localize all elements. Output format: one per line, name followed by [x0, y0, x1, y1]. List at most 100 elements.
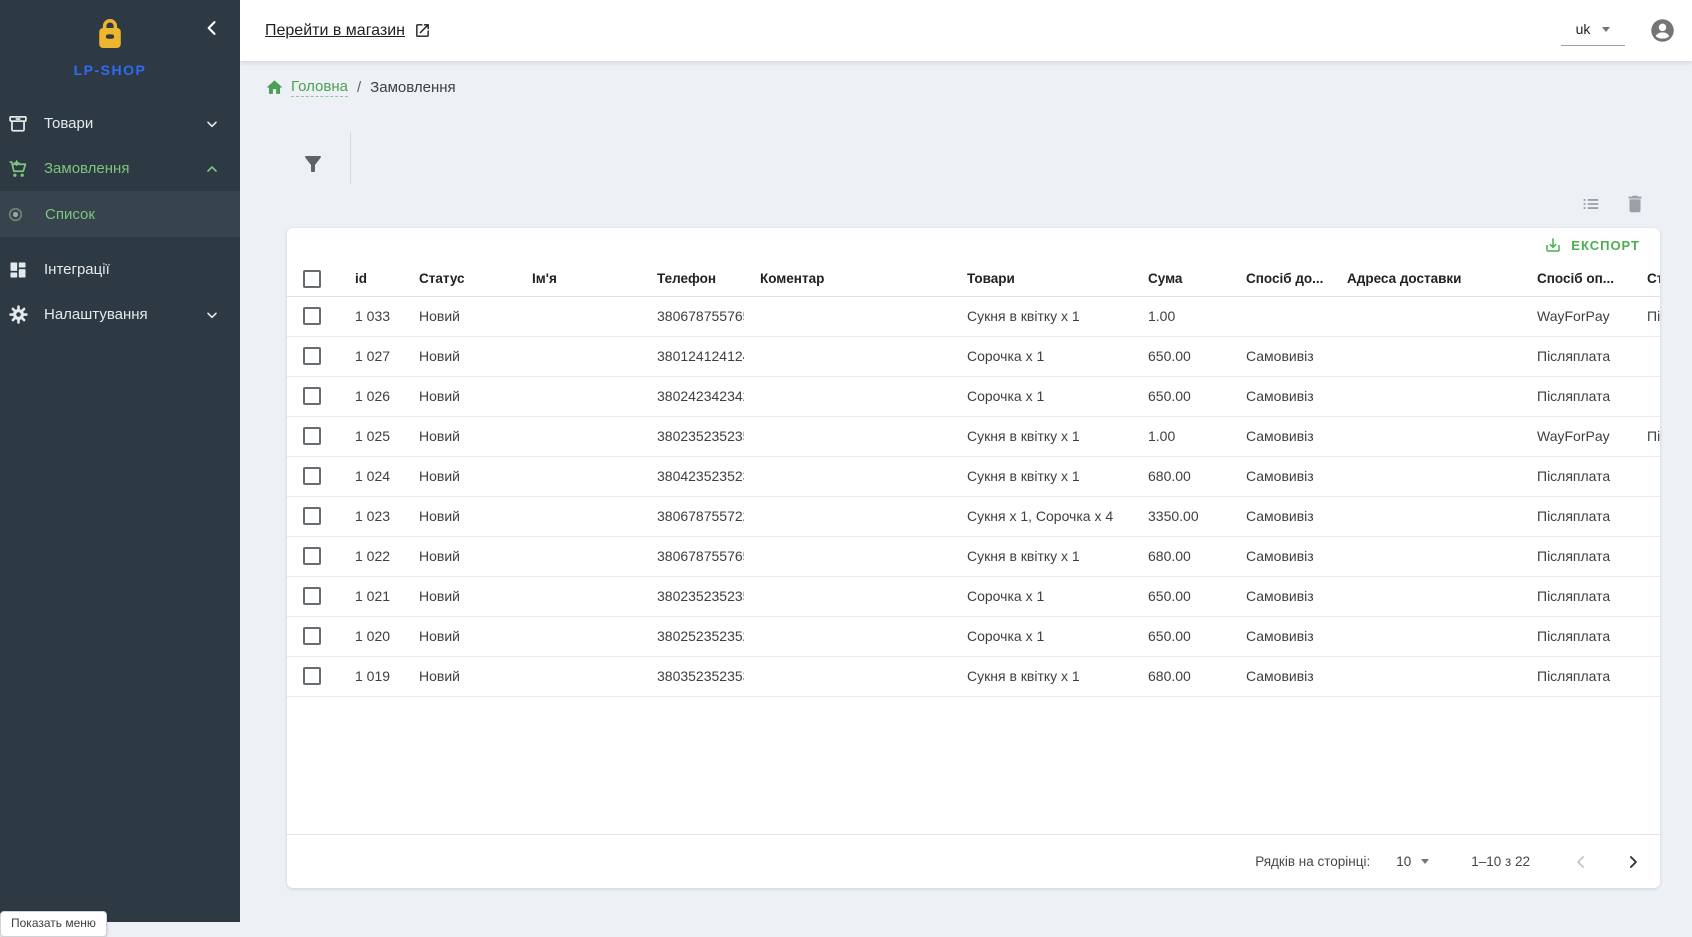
table-row[interactable]: 1 022 Новий 380678755765 Сукня в квітку … [287, 536, 1660, 576]
sidebar-item-products[interactable]: Товари [0, 101, 240, 146]
header-goods[interactable]: Товари [951, 262, 1132, 296]
cell-status: Новий [403, 336, 516, 376]
cell-address [1331, 456, 1521, 496]
columns-list-button[interactable] [1580, 193, 1602, 215]
cell-status: Новий [403, 416, 516, 456]
cell-name [516, 336, 641, 376]
cell-delivery: Самовивіз [1230, 376, 1331, 416]
table-row[interactable]: 1 023 Новий 380678755722 Сукня x 1, Соро… [287, 496, 1660, 536]
cell-comment [744, 536, 951, 576]
table-row[interactable]: 1 025 Новий 380235235235 Сукня в квітку … [287, 416, 1660, 456]
row-checkbox[interactable] [303, 427, 321, 445]
chevron-up-icon [204, 161, 220, 177]
trash-icon [1624, 193, 1646, 215]
cell-status: Новий [403, 616, 516, 656]
cell-name [516, 576, 641, 616]
select-all-checkbox[interactable] [303, 270, 321, 288]
filter-funnel-icon [301, 152, 327, 176]
row-checkbox[interactable] [303, 467, 321, 485]
go-to-store-link[interactable]: Перейти в магазин [265, 0, 431, 61]
cell-id: 1 024 [339, 456, 403, 496]
cell-payment: WayForPay [1521, 416, 1631, 456]
cell-delivery [1230, 296, 1331, 336]
cell-id: 1 022 [339, 536, 403, 576]
cell-sum: 650.00 [1132, 336, 1230, 376]
table-row[interactable]: 1 021 Новий 380235235235 Сорочка x 1 650… [287, 576, 1660, 616]
orders-table: id Статус Ім'я Телефон Коментар Товари С… [287, 262, 1660, 697]
select-caret-icon [1421, 859, 1429, 864]
row-checkbox[interactable] [303, 507, 321, 525]
cell-address [1331, 536, 1521, 576]
cell-sum: 680.00 [1132, 536, 1230, 576]
shopping-bag-logo-icon [91, 16, 129, 54]
sidebar-item-orders[interactable]: Замовлення [0, 146, 240, 191]
topbar: Перейти в магазин uk [240, 0, 1692, 61]
cell-comment [744, 376, 951, 416]
cell-id: 1 025 [339, 416, 403, 456]
export-button[interactable]: ЕКСПОРТ [1544, 236, 1640, 254]
cell-phone: 380423523523 [641, 456, 744, 496]
cell-address [1331, 616, 1521, 656]
row-checkbox[interactable] [303, 307, 321, 325]
cell-delivery: Самовивіз [1230, 496, 1331, 536]
cell-payment: Післяплата [1521, 536, 1631, 576]
cell-phone: 380124124124 [641, 336, 744, 376]
table-row[interactable]: 1 024 Новий 380423523523 Сукня в квітку … [287, 456, 1660, 496]
cell-address [1331, 576, 1521, 616]
table-row[interactable]: 1 019 Новий 380352352353 Сукня в квітку … [287, 656, 1660, 696]
next-page-button[interactable] [1620, 849, 1646, 875]
header-comment[interactable]: Коментар [744, 262, 951, 296]
header-sum[interactable]: Сума [1132, 262, 1230, 296]
user-menu-button[interactable] [1649, 17, 1676, 44]
cell-sum: 680.00 [1132, 656, 1230, 696]
cell-goods: Сорочка x 1 [951, 576, 1132, 616]
table-row[interactable]: 1 033 Новий 380678755765 Сукня в квітку … [287, 296, 1660, 336]
breadcrumb: Головна / Замовлення [265, 78, 456, 97]
cell-payment: WayForPay [1521, 296, 1631, 336]
cell-comment [744, 296, 951, 336]
row-checkbox[interactable] [303, 547, 321, 565]
cell-id: 1 026 [339, 376, 403, 416]
header-address[interactable]: Адреса доставки [1331, 262, 1521, 296]
table-row[interactable]: 1 020 Новий 380252352352 Сорочка x 1 650… [287, 616, 1660, 656]
header-phone[interactable]: Телефон [641, 262, 744, 296]
export-row: ЕКСПОРТ [287, 228, 1660, 262]
cell-payment-status [1631, 656, 1660, 696]
row-checkbox[interactable] [303, 627, 321, 645]
cell-delivery: Самовивіз [1230, 456, 1331, 496]
sidebar-subitem-orders-list[interactable]: Список [0, 191, 240, 237]
language-select[interactable]: uk [1561, 15, 1625, 46]
sidebar-item-settings[interactable]: Налаштування [0, 292, 240, 337]
cell-name [516, 656, 641, 696]
filter-button[interactable] [301, 152, 327, 178]
cell-sum: 650.00 [1132, 576, 1230, 616]
row-checkbox[interactable] [303, 347, 321, 365]
header-id[interactable]: id [339, 262, 403, 296]
table-row[interactable]: 1 027 Новий 380124124124 Сорочка x 1 650… [287, 336, 1660, 376]
header-payment[interactable]: Спосіб оп... [1521, 262, 1631, 296]
cell-status: Новий [403, 296, 516, 336]
header-name[interactable]: Ім'я [516, 262, 641, 296]
cell-payment-status [1631, 616, 1660, 656]
row-checkbox[interactable] [303, 667, 321, 685]
cell-id: 1 033 [339, 296, 403, 336]
header-delivery[interactable]: Спосіб до... [1230, 262, 1331, 296]
cell-delivery: Самовивіз [1230, 656, 1331, 696]
row-checkbox[interactable] [303, 387, 321, 405]
table-row[interactable]: 1 026 Новий 380242342342 Сорочка x 1 650… [287, 376, 1660, 416]
header-payment-status[interactable]: Ст [1631, 262, 1660, 296]
delete-button[interactable] [1624, 193, 1646, 215]
cell-comment [744, 456, 951, 496]
row-checkbox[interactable] [303, 587, 321, 605]
cell-phone: 380242342342 [641, 376, 744, 416]
cell-payment-status [1631, 376, 1660, 416]
cell-phone: 380678755722 [641, 496, 744, 536]
sidebar-item-integrations[interactable]: Інтеграції [0, 247, 240, 292]
breadcrumb-home-link[interactable]: Головна [265, 78, 348, 97]
cell-delivery: Самовивіз [1230, 336, 1331, 376]
rows-per-page-select[interactable]: 10 [1396, 854, 1429, 869]
rows-per-page-label: Рядків на сторінці: [1255, 854, 1370, 869]
cell-comment [744, 656, 951, 696]
cell-comment [744, 496, 951, 536]
header-status[interactable]: Статус [403, 262, 516, 296]
